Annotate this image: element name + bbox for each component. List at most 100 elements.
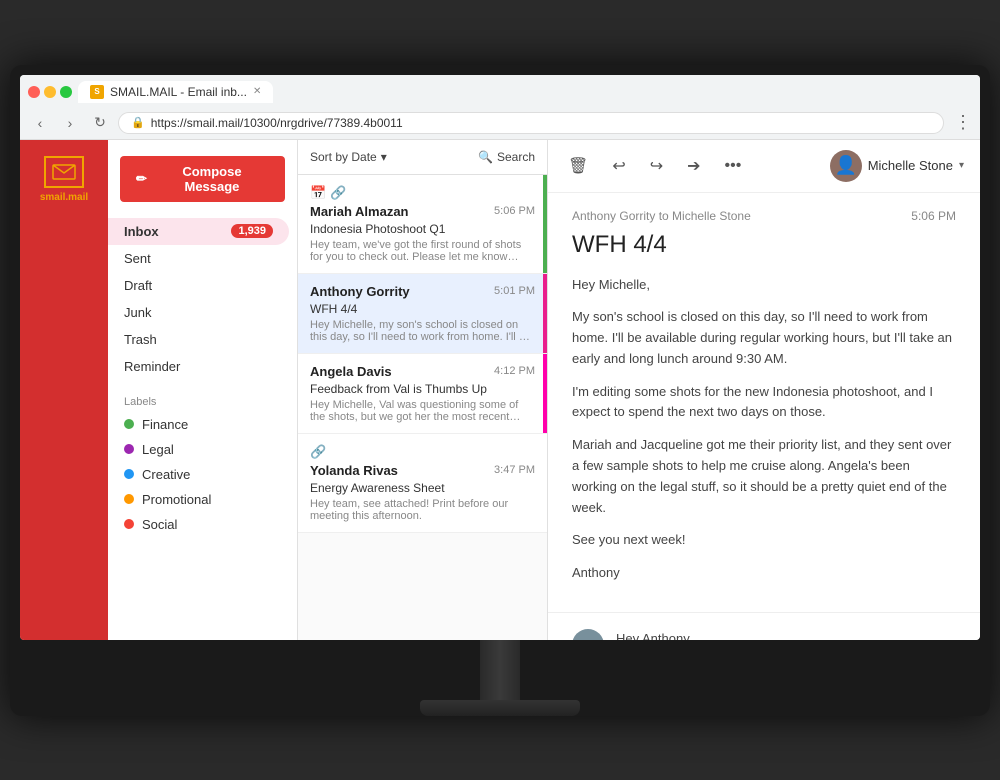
email-meta: Anthony Gorrity to Michelle Stone xyxy=(572,209,751,223)
sort-label: Sort by Date xyxy=(310,150,377,164)
compose-button[interactable]: ✏ Compose Message xyxy=(120,156,285,202)
promotional-dot xyxy=(124,494,134,504)
reply-button[interactable]: ↩ xyxy=(608,152,629,180)
finance-label: Finance xyxy=(142,417,188,432)
browser-tab[interactable]: S SMAIL.MAIL - Email inb... ✕ xyxy=(78,81,273,103)
email-detail: 🗑 ↩ ↪ ➔ ••• 👤 Michelle Stone ▾ xyxy=(548,140,980,640)
creative-label: Creative xyxy=(142,467,190,482)
reply-body: Hey Anthony, Family first! Make sure you… xyxy=(616,629,956,639)
compose-label: Compose Message xyxy=(155,164,269,194)
sort-button[interactable]: Sort by Date ▾ xyxy=(310,150,387,164)
labels-section: Labels Finance Legal Creative xyxy=(108,392,297,537)
delete-button[interactable]: 🗑 xyxy=(564,152,592,180)
window-minimize[interactable] xyxy=(44,86,56,98)
email-title: WFH 4/4 xyxy=(572,231,956,259)
link-icon: 🔗 xyxy=(330,185,346,201)
logo-icon xyxy=(44,156,84,188)
compose-icon: ✏ xyxy=(136,171,147,187)
sent-label: Sent xyxy=(124,251,151,266)
legal-dot xyxy=(124,444,134,454)
nav-item-sent[interactable]: Sent xyxy=(108,245,289,272)
browser-more-btn[interactable]: ⋮ xyxy=(954,112,972,133)
inbox-label: Inbox xyxy=(124,224,159,239)
email-time-3: 3:47 PM xyxy=(494,464,535,476)
finance-dot xyxy=(124,419,134,429)
stand-base xyxy=(420,700,580,716)
reminder-label: Reminder xyxy=(124,359,180,374)
email-list-header: Sort by Date ▾ 🔍 Search xyxy=(298,140,547,175)
creative-dot xyxy=(124,469,134,479)
email-sender-1: Anthony Gorrity xyxy=(310,284,410,299)
logo-text: smail.mail xyxy=(40,192,88,203)
label-creative[interactable]: Creative xyxy=(108,462,297,487)
nav-item-inbox[interactable]: Inbox 1,939 xyxy=(108,218,289,245)
email-subject-3: Energy Awareness Sheet xyxy=(310,481,535,495)
email-preview-1: Hey Michelle, my son's school is closed … xyxy=(310,319,535,343)
email-stripe-0 xyxy=(543,175,547,273)
user-dropdown-icon: ▾ xyxy=(959,160,964,171)
more-button[interactable]: ••• xyxy=(721,153,746,179)
nav-item-draft[interactable]: Draft xyxy=(108,272,289,299)
email-subject-0: Indonesia Photoshoot Q1 xyxy=(310,222,535,236)
social-label: Social xyxy=(142,517,177,532)
user-name: Michelle Stone xyxy=(868,158,953,173)
junk-label: Junk xyxy=(124,305,151,320)
label-social[interactable]: Social xyxy=(108,512,297,537)
reload-button[interactable]: ↻ xyxy=(88,111,112,135)
body-p4: See you next week! xyxy=(572,530,956,551)
body-p2: I'm editing some shots for the new Indon… xyxy=(572,382,956,424)
link-icon-2: 🔗 xyxy=(310,444,326,460)
email-toolbar: 🗑 ↩ ↪ ➔ ••• 👤 Michelle Stone ▾ xyxy=(548,140,980,193)
body-p3: Mariah and Jacqueline got me their prior… xyxy=(572,435,956,518)
sort-chevron-icon: ▾ xyxy=(381,150,387,164)
nav-item-trash[interactable]: Trash xyxy=(108,326,289,353)
email-time-0: 5:06 PM xyxy=(494,205,535,217)
email-item-3[interactable]: 🔗 Yolanda Rivas 3:47 PM Energy Awareness… xyxy=(298,434,547,533)
window-close[interactable] xyxy=(28,86,40,98)
email-stripe-2 xyxy=(543,354,547,433)
email-content: Anthony Gorrity to Michelle Stone 5:06 P… xyxy=(548,193,980,614)
email-list: Sort by Date ▾ 🔍 Search 📅 🔗 Mar xyxy=(298,140,548,640)
promotional-label: Promotional xyxy=(142,492,211,507)
email-sender-2: Angela Davis xyxy=(310,364,392,379)
email-subject-2: Feedback from Val is Thumbs Up xyxy=(310,382,535,396)
search-button[interactable]: 🔍 Search xyxy=(478,150,535,164)
tab-close-btn[interactable]: ✕ xyxy=(253,86,261,97)
email-preview-2: Hey Michelle, Val was questioning some o… xyxy=(310,399,535,423)
label-finance[interactable]: Finance xyxy=(108,412,297,437)
search-icon: 🔍 xyxy=(478,150,493,164)
stand-neck xyxy=(480,640,520,700)
draft-label: Draft xyxy=(124,278,152,293)
calendar-icon: 📅 xyxy=(310,185,326,201)
search-label: Search xyxy=(497,150,535,164)
body-p0: Hey Michelle, xyxy=(572,275,956,296)
email-time-2: 4:12 PM xyxy=(494,365,535,377)
social-dot xyxy=(124,519,134,529)
body-p5: Anthony xyxy=(572,563,956,584)
url-text: https://smail.mail/10300/nrgdrive/77389.… xyxy=(151,116,403,130)
label-promotional[interactable]: Promotional xyxy=(108,487,297,512)
labels-title: Labels xyxy=(108,392,297,412)
email-item-1[interactable]: Anthony Gorrity 5:01 PM WFH 4/4 Hey Mich… xyxy=(298,274,547,354)
legal-label: Legal xyxy=(142,442,174,457)
email-sender-3: Yolanda Rivas xyxy=(310,463,398,478)
nav-item-junk[interactable]: Junk xyxy=(108,299,289,326)
monitor-stand xyxy=(20,640,980,716)
email-subject-1: WFH 4/4 xyxy=(310,302,535,316)
inbox-badge: 1,939 xyxy=(231,224,273,238)
nav-item-reminder[interactable]: Reminder xyxy=(108,353,289,380)
mail-nav: ✏ Compose Message Inbox 1,939 Sent Draft… xyxy=(108,140,298,640)
user-profile[interactable]: 👤 Michelle Stone ▾ xyxy=(830,150,964,182)
reply-all-button[interactable]: ↪ xyxy=(646,152,667,180)
email-body: Hey Michelle, My son's school is closed … xyxy=(572,275,956,585)
reply-p0: Hey Anthony, xyxy=(616,629,956,639)
label-legal[interactable]: Legal xyxy=(108,437,297,462)
back-button[interactable]: ‹ xyxy=(28,111,52,135)
forward-button[interactable]: ➔ xyxy=(683,152,704,180)
email-item-0[interactable]: 📅 🔗 Mariah Almazan 5:06 PM Indonesia Pho… xyxy=(298,175,547,274)
window-maximize[interactable] xyxy=(60,86,72,98)
address-bar[interactable]: 🔒 https://smail.mail/10300/nrgdrive/7738… xyxy=(118,112,944,134)
forward-button[interactable]: › xyxy=(58,111,82,135)
email-item-2[interactable]: Angela Davis 4:12 PM Feedback from Val i… xyxy=(298,354,547,434)
email-sender-0: Mariah Almazan xyxy=(310,204,409,219)
